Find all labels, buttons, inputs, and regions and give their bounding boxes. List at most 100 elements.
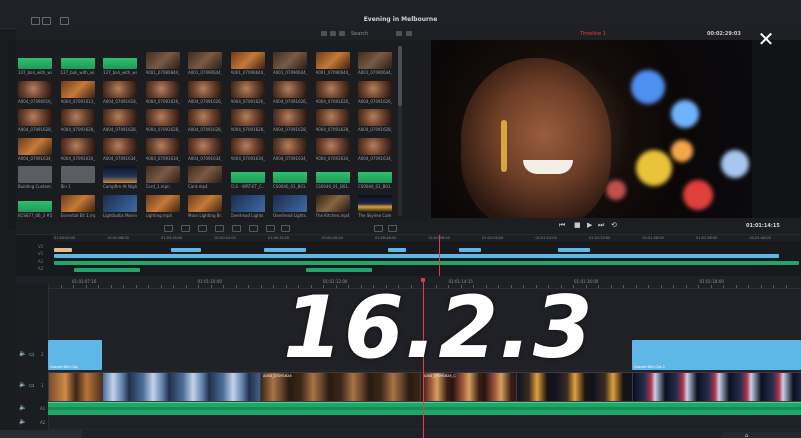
append-icon[interactable] [232, 225, 241, 232]
bin-list-collapsed[interactable] [8, 40, 16, 230]
media-clip[interactable]: A004_07091628_C... [273, 109, 307, 132]
timeline-clip-v1[interactable] [48, 372, 104, 402]
ripple-icon[interactable] [249, 225, 258, 232]
media-pool-scrollbar[interactable] [398, 46, 402, 216]
page-switcher-bar[interactable] [0, 430, 82, 438]
media-clip[interactable]: CS0046_01_B01... [315, 166, 350, 189]
media-clip[interactable]: 137_bali_with_wi... [60, 52, 95, 75]
mini-clip-v2[interactable] [558, 248, 590, 252]
home-icon[interactable]: ⌂ [745, 433, 748, 438]
grid-view-icon[interactable] [330, 31, 336, 36]
mini-clip-a1[interactable] [54, 261, 799, 265]
timeline-clip-v1[interactable] [102, 372, 262, 402]
media-clip[interactable]: A004_07090616_C... [18, 80, 52, 104]
place-on-top-icon[interactable] [215, 225, 224, 232]
next-frame-icon[interactable]: ⏭ [598, 222, 604, 229]
media-clip[interactable]: CS0046_01_B01... [273, 166, 307, 189]
media-clip[interactable]: A001_07090644_C... [273, 52, 307, 75]
sort-icon[interactable] [339, 31, 345, 36]
media-clip[interactable]: A004_07091628_C... [60, 109, 95, 132]
media-clip[interactable]: A001_07090644_C... [315, 52, 350, 75]
speaker-icon[interactable]: 🔈 [19, 404, 26, 411]
loop-icon[interactable]: ⟲ [611, 222, 617, 229]
timeline-clip-a1[interactable] [48, 402, 420, 415]
media-clip[interactable]: A004_07091634_C... [188, 137, 222, 161]
monitor-icon[interactable]: ▭ [29, 351, 35, 358]
media-clip[interactable]: Campfire At Night... [103, 166, 137, 189]
media-clip[interactable]: A004_07091626_C... [145, 80, 180, 104]
media-clip[interactable]: A004_07091626_C... [273, 80, 307, 104]
media-clip[interactable]: Moss Lighting Br... [188, 194, 222, 218]
timeline-clip-a1[interactable] [420, 402, 801, 415]
media-clip[interactable]: A004_07091628_C... [188, 109, 222, 132]
close-up-icon[interactable] [266, 225, 275, 232]
media-clip[interactable]: A004_07091634_C... [145, 137, 180, 161]
mini-clip-v2[interactable] [388, 248, 406, 252]
media-clip[interactable]: A004_07091626_C... [315, 80, 350, 104]
media-clip[interactable]: A004_07091613_C... [60, 80, 95, 104]
play-icon[interactable]: ▶ [587, 222, 592, 229]
media-clip[interactable]: A004_07091628_C... [358, 109, 392, 132]
timeline-clip-v2[interactable]: Hazard Bell Clip 2 [632, 340, 801, 370]
close-icon[interactable]: ✕ [756, 29, 776, 49]
upper-timeline[interactable]: 01:00:00:00 01:00:08:00 01:00:16:00 01:00:2… [16, 234, 801, 277]
media-clip[interactable]: A004_07091634_C... [18, 137, 52, 161]
media-clip[interactable]: A004_07091634_C... [103, 137, 137, 161]
media-search[interactable]: Search [351, 31, 368, 37]
media-clip[interactable]: ECS677_06_3 #5... [18, 194, 52, 218]
mini-clip-v2[interactable] [459, 248, 481, 252]
mini-clip-v2[interactable] [171, 248, 201, 252]
tools-icon[interactable] [406, 31, 412, 36]
mark-in-icon[interactable] [374, 225, 383, 232]
replace-icon[interactable] [198, 225, 207, 232]
timeline-clip-v1[interactable] [632, 372, 801, 402]
media-clip[interactable]: A004_07091628_C... [145, 109, 180, 132]
stop-icon[interactable]: ■ [574, 222, 581, 229]
media-clip[interactable]: A004_07091628_C... [103, 109, 137, 132]
insert-icon[interactable] [164, 225, 173, 232]
media-clip[interactable]: A004_07091634_C... [315, 137, 350, 161]
media-clip[interactable]: A004_07091634_C... [60, 137, 95, 161]
media-clip[interactable]: A004_07091626_C... [358, 80, 392, 104]
media-clip[interactable]: A004_07091634_C... [230, 137, 265, 161]
media-clip[interactable]: A001_07090644_C... [230, 52, 265, 75]
filter-icon[interactable] [396, 31, 402, 36]
media-clip[interactable]: CLS - WRT-ET_C... [230, 166, 265, 189]
scrollbar-thumb[interactable] [398, 46, 402, 106]
speaker-icon[interactable]: 🔈 [19, 418, 26, 425]
mini-clip-v2[interactable] [264, 248, 306, 252]
media-clip[interactable]: A004_07091626_C... [188, 80, 222, 104]
mark-out-icon[interactable] [388, 225, 397, 232]
media-clip[interactable]: Essential Elt 1.mp4 [60, 194, 95, 218]
media-clip[interactable]: The Skyline Cam 4... [358, 194, 392, 218]
mini-clip-a2[interactable] [306, 268, 372, 272]
media-clip[interactable]: A004_07091628_C... [315, 109, 350, 132]
speaker-icon[interactable]: 🔈 [19, 350, 26, 357]
media-clip[interactable]: A004_07091628_C... [230, 109, 265, 132]
speaker-icon[interactable]: 🔈 [19, 381, 26, 388]
media-clip[interactable]: 137_bali_with_wi... [18, 52, 52, 75]
media-clip[interactable]: Card_1.mpn [145, 166, 180, 189]
list-view-icon[interactable] [321, 31, 327, 36]
media-clip[interactable]: A001_07090644_C... [358, 52, 392, 75]
monitor-icon[interactable]: ▭ [29, 382, 35, 389]
media-clip[interactable]: A004_07091618_C... [103, 80, 137, 104]
timeline-name[interactable]: Timeline 1 [580, 31, 606, 37]
source-overwrite-icon[interactable] [281, 225, 290, 232]
media-clip[interactable]: A004_07091634_C... [273, 137, 307, 161]
upper-timeline-ruler[interactable]: 01:00:00:00 01:00:08:00 01:00:16:00 01:00:2… [52, 235, 801, 241]
media-clip[interactable]: Card.mp4 [188, 166, 222, 189]
media-clip[interactable]: Overhead Lights F... [230, 194, 265, 218]
media-clip[interactable]: Lightbulbs Moving... [103, 194, 137, 218]
mini-clip-v2[interactable] [54, 248, 72, 252]
media-clip[interactable]: Lighting.mp4 [145, 194, 180, 218]
media-clip[interactable]: Bin 1 [60, 166, 95, 189]
media-clip[interactable]: The Kitchen.mp4 [315, 194, 350, 218]
mini-clip-a2[interactable] [74, 268, 140, 272]
media-clip[interactable]: 137_bali_with_wi... [103, 52, 137, 75]
media-clip[interactable]: A001_07090644_C... [188, 52, 222, 75]
mini-clip-v1[interactable] [54, 254, 779, 258]
media-clip[interactable]: A001_07080844_C... [145, 52, 180, 75]
prev-frame-icon[interactable]: ⏮ [559, 222, 565, 229]
media-clip[interactable]: Building Custom... [18, 166, 52, 189]
